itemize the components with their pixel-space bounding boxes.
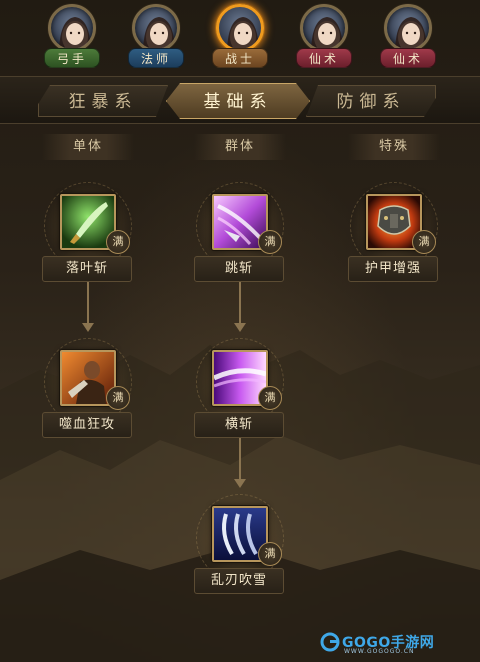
skill-name: 横斩	[194, 412, 284, 438]
max-level-badge: 满	[258, 542, 282, 566]
portrait-avatar	[300, 4, 348, 52]
arrow-connector	[234, 436, 246, 488]
tab-berserk[interactable]: 狂暴系	[38, 85, 168, 117]
skill-name: 落叶斩	[42, 256, 132, 282]
skill-shixue[interactable]: 满 噬血狂攻	[40, 338, 136, 438]
character-warrior[interactable]: 战士	[210, 4, 270, 70]
character-label: 法师	[128, 48, 184, 68]
watermark-url: WWW.GOGOGO.CN	[344, 648, 415, 655]
arrow-connector	[82, 282, 94, 332]
character-label: 弓手	[44, 48, 100, 68]
character-label: 战士	[212, 48, 268, 68]
skill-name: 护甲增强	[348, 256, 438, 282]
tab-basic[interactable]: 基础系	[166, 83, 310, 119]
portrait-avatar	[384, 4, 432, 52]
skill-luanren[interactable]: 满 乱刃吹雪	[192, 494, 288, 594]
max-level-badge: 满	[106, 230, 130, 254]
tab-defense[interactable]: 防御系	[306, 85, 436, 117]
character-sorcerer-2[interactable]: 仙术	[378, 4, 438, 70]
skill-name: 噬血狂攻	[42, 412, 132, 438]
portrait-avatar	[48, 4, 96, 52]
max-level-badge: 满	[258, 386, 282, 410]
character-archer[interactable]: 弓手	[42, 4, 102, 70]
max-level-badge: 满	[106, 386, 130, 410]
site-watermark: GOGO手游网 WWW.GOGOGO.CN	[320, 630, 470, 655]
character-selector: 弓手 法师 战士 仙术 仙术	[0, 4, 480, 70]
skill-tiaozhan[interactable]: 满 跳斩	[192, 182, 288, 282]
skill-hujia[interactable]: 满 护甲增强	[346, 182, 442, 282]
character-sorcerer-1[interactable]: 仙术	[294, 4, 354, 70]
column-header-group: 群体	[194, 134, 286, 160]
skill-name: 跳斩	[194, 256, 284, 282]
gogo-logo-icon	[320, 632, 340, 652]
skill-name: 乱刃吹雪	[194, 568, 284, 594]
character-mage[interactable]: 法师	[126, 4, 186, 70]
skill-luoye[interactable]: 满 落叶斩	[40, 182, 136, 282]
skill-tree-screen: 弓手 法师 战士 仙术 仙术 狂暴系 防御系 基础系 单体 群体 特殊 满 落叶…	[0, 0, 480, 662]
column-header-special: 特殊	[348, 134, 440, 160]
skill-hengzhan[interactable]: 满 横斩	[192, 338, 288, 438]
portrait-avatar	[216, 4, 264, 52]
portrait-avatar	[132, 4, 180, 52]
arrow-connector	[234, 282, 246, 332]
max-level-badge: 满	[412, 230, 436, 254]
character-label: 仙术	[296, 48, 352, 68]
column-header-single: 单体	[42, 134, 134, 160]
character-label: 仙术	[380, 48, 436, 68]
skill-category-tabs: 狂暴系 防御系 基础系	[0, 76, 480, 124]
max-level-badge: 满	[258, 230, 282, 254]
